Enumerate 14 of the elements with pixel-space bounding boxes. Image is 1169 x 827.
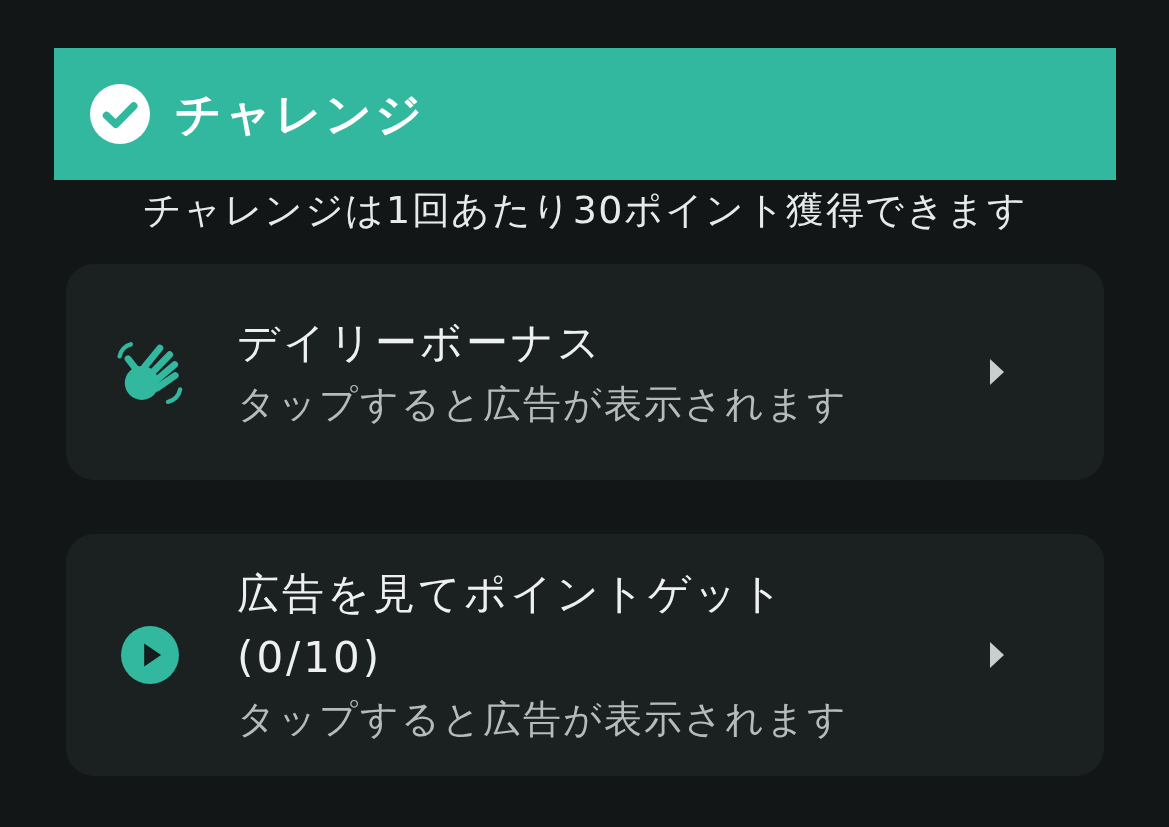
play-circle-icon [121,626,179,684]
waving-hand-icon [117,340,183,404]
caret-right-icon [990,642,1004,668]
item-title: デイリーボーナス [237,317,604,369]
list-item-card[interactable]: デイリーボーナス タップすると広告が表示されます [66,264,1104,480]
item-subtitle: タップすると広告が表示されます [237,381,849,428]
progress-count: (0/10) [237,632,384,684]
caret-right-icon [990,359,1004,385]
item-title: 広告を見てポイントゲット [237,568,787,620]
section-title: チャレンジ [175,86,425,143]
check-circle-icon [90,84,150,144]
list-item-card[interactable]: 広告を見てポイントゲット (0/10) タップすると広告が表示されます [66,534,1104,776]
item-subtitle: タップすると広告が表示されます [237,696,849,743]
description-text: チャレンジは1回あたり30ポイント獲得できます [142,187,1028,234]
